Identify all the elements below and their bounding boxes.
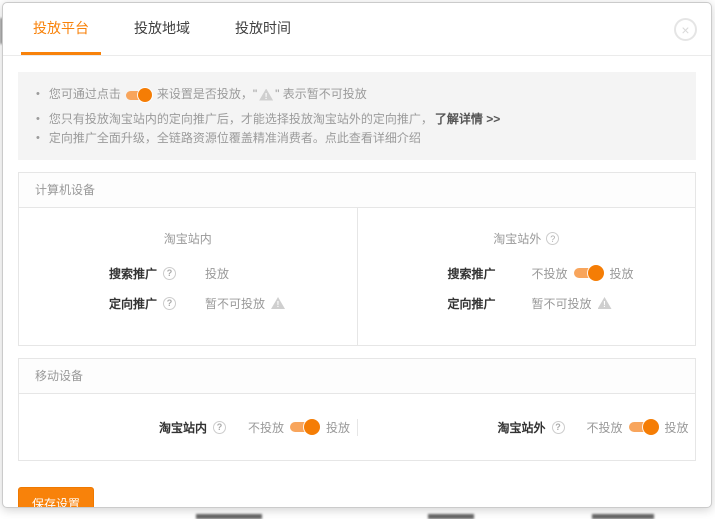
column-title: 淘宝站内	[164, 230, 212, 247]
notice-text: " 表示暂不可投放	[275, 86, 367, 103]
row-label: 淘宝站外	[498, 419, 546, 436]
help-icon[interactable]: ?	[213, 421, 226, 434]
close-icon[interactable]: ×	[674, 18, 697, 41]
learn-more-link[interactable]: 了解详情 >>	[435, 111, 500, 128]
help-icon[interactable]: ?	[546, 232, 559, 245]
background-page-fragment	[592, 514, 654, 519]
row-search-promotion: 搜索推广 ? 投放	[109, 258, 357, 288]
placement-settings-dialog: 投放平台 投放地域 投放时间 × • 您可通过点击 来设置是否投放，" ! " …	[2, 2, 712, 508]
row-label: 定向推广	[448, 295, 496, 312]
toggle-on-label: 投放	[610, 265, 634, 282]
bullet-dot: •	[36, 130, 40, 147]
mobile-onsite-toggle[interactable]	[290, 419, 320, 435]
row-targeted-promotion: 定向推广 ? 暂不可投放 !	[109, 288, 357, 318]
column-title: 淘宝站外	[493, 230, 541, 247]
row-label: 搜索推广	[448, 265, 496, 282]
tab-placement-platform[interactable]: 投放平台	[21, 3, 101, 55]
toggle-on-label: 投放	[326, 419, 350, 436]
toggle-off-label: 不投放	[248, 419, 284, 436]
search-offsite-toggle[interactable]	[574, 265, 604, 281]
row-label: 淘宝站内	[159, 419, 207, 436]
help-icon[interactable]: ?	[163, 267, 176, 280]
help-icon[interactable]: ?	[163, 297, 176, 310]
row-label: 定向推广	[109, 295, 157, 312]
row-value: 暂不可投放	[205, 295, 265, 312]
background-page-fragment	[428, 514, 474, 519]
notice-bullet-upgrade: • 定向推广全面升级，全链路资源位覆盖精准消费者。 点此查看详细介绍	[36, 130, 676, 147]
warning-triangle-icon: !	[271, 297, 285, 309]
computer-devices-section: 计算机设备 淘宝站内 搜索推广 ? 投放 定向	[18, 172, 696, 346]
mobile-offsite-toggle[interactable]	[629, 419, 659, 435]
row-targeted-promotion: 定向推广 暂不可投放 !	[448, 288, 696, 318]
computer-taobao-offsite-column: 淘宝站外 ? 搜索推广 不投放 投放	[357, 208, 696, 345]
notice-box: • 您可通过点击 来设置是否投放，" ! " 表示暂不可投放 • 您只有投放淘宝…	[18, 72, 696, 160]
toggle-off-label: 不投放	[587, 419, 623, 436]
notice-bullet-targeting-rule: • 您只有投放淘宝站内的定向推广后，才能选择投放淘宝站外的定向推广， 了解详情 …	[36, 111, 676, 128]
notice-text: 您只有投放淘宝站内的定向推广后，才能选择投放淘宝站外的定向推广，	[49, 111, 433, 128]
row-value: 投放	[205, 265, 229, 282]
notice-text: 来设置是否投放，"	[157, 86, 257, 103]
notice-bullet-toggle-hint: • 您可通过点击 来设置是否投放，" ! " 表示暂不可投放	[36, 86, 676, 103]
toggle-on-label: 投放	[665, 419, 689, 436]
warning-triangle-icon: !	[259, 89, 273, 101]
toggle-off-label: 不投放	[532, 265, 568, 282]
row-search-promotion: 搜索推广 不投放 投放	[448, 258, 696, 288]
background-page-fragment	[196, 514, 262, 519]
notice-text: 您可通过点击	[49, 86, 121, 103]
section-title-mobile: 移动设备	[19, 359, 695, 394]
row-value: 暂不可投放	[532, 295, 592, 312]
details-intro-link[interactable]: 点此查看详细介绍	[325, 130, 421, 147]
warning-triangle-icon: !	[598, 297, 612, 309]
row-label: 搜索推广	[109, 265, 157, 282]
save-settings-button[interactable]: 保存设置	[18, 487, 94, 508]
close-glyph: ×	[681, 23, 689, 37]
notice-text: 定向推广全面升级，全链路资源位覆盖精准消费者。	[49, 130, 325, 147]
tab-bar: 投放平台 投放地域 投放时间 ×	[3, 3, 711, 56]
mobile-devices-section: 移动设备 淘宝站内 ? 不投放 投放	[18, 358, 696, 461]
mobile-taobao-onsite-column: 淘宝站内 ? 不投放 投放	[19, 419, 357, 436]
bullet-dot: •	[36, 111, 40, 128]
mobile-taobao-offsite-column: 淘宝站外 ? 不投放 投放	[357, 419, 696, 436]
tab-placement-region[interactable]: 投放地域	[122, 3, 202, 55]
help-icon[interactable]: ?	[552, 421, 565, 434]
toggle-example-icon	[126, 88, 152, 102]
computer-taobao-onsite-column: 淘宝站内 搜索推广 ? 投放 定向推广 ?	[19, 208, 357, 345]
tab-placement-time[interactable]: 投放时间	[223, 3, 303, 55]
bullet-dot: •	[36, 86, 40, 103]
section-title-computer: 计算机设备	[19, 173, 695, 208]
